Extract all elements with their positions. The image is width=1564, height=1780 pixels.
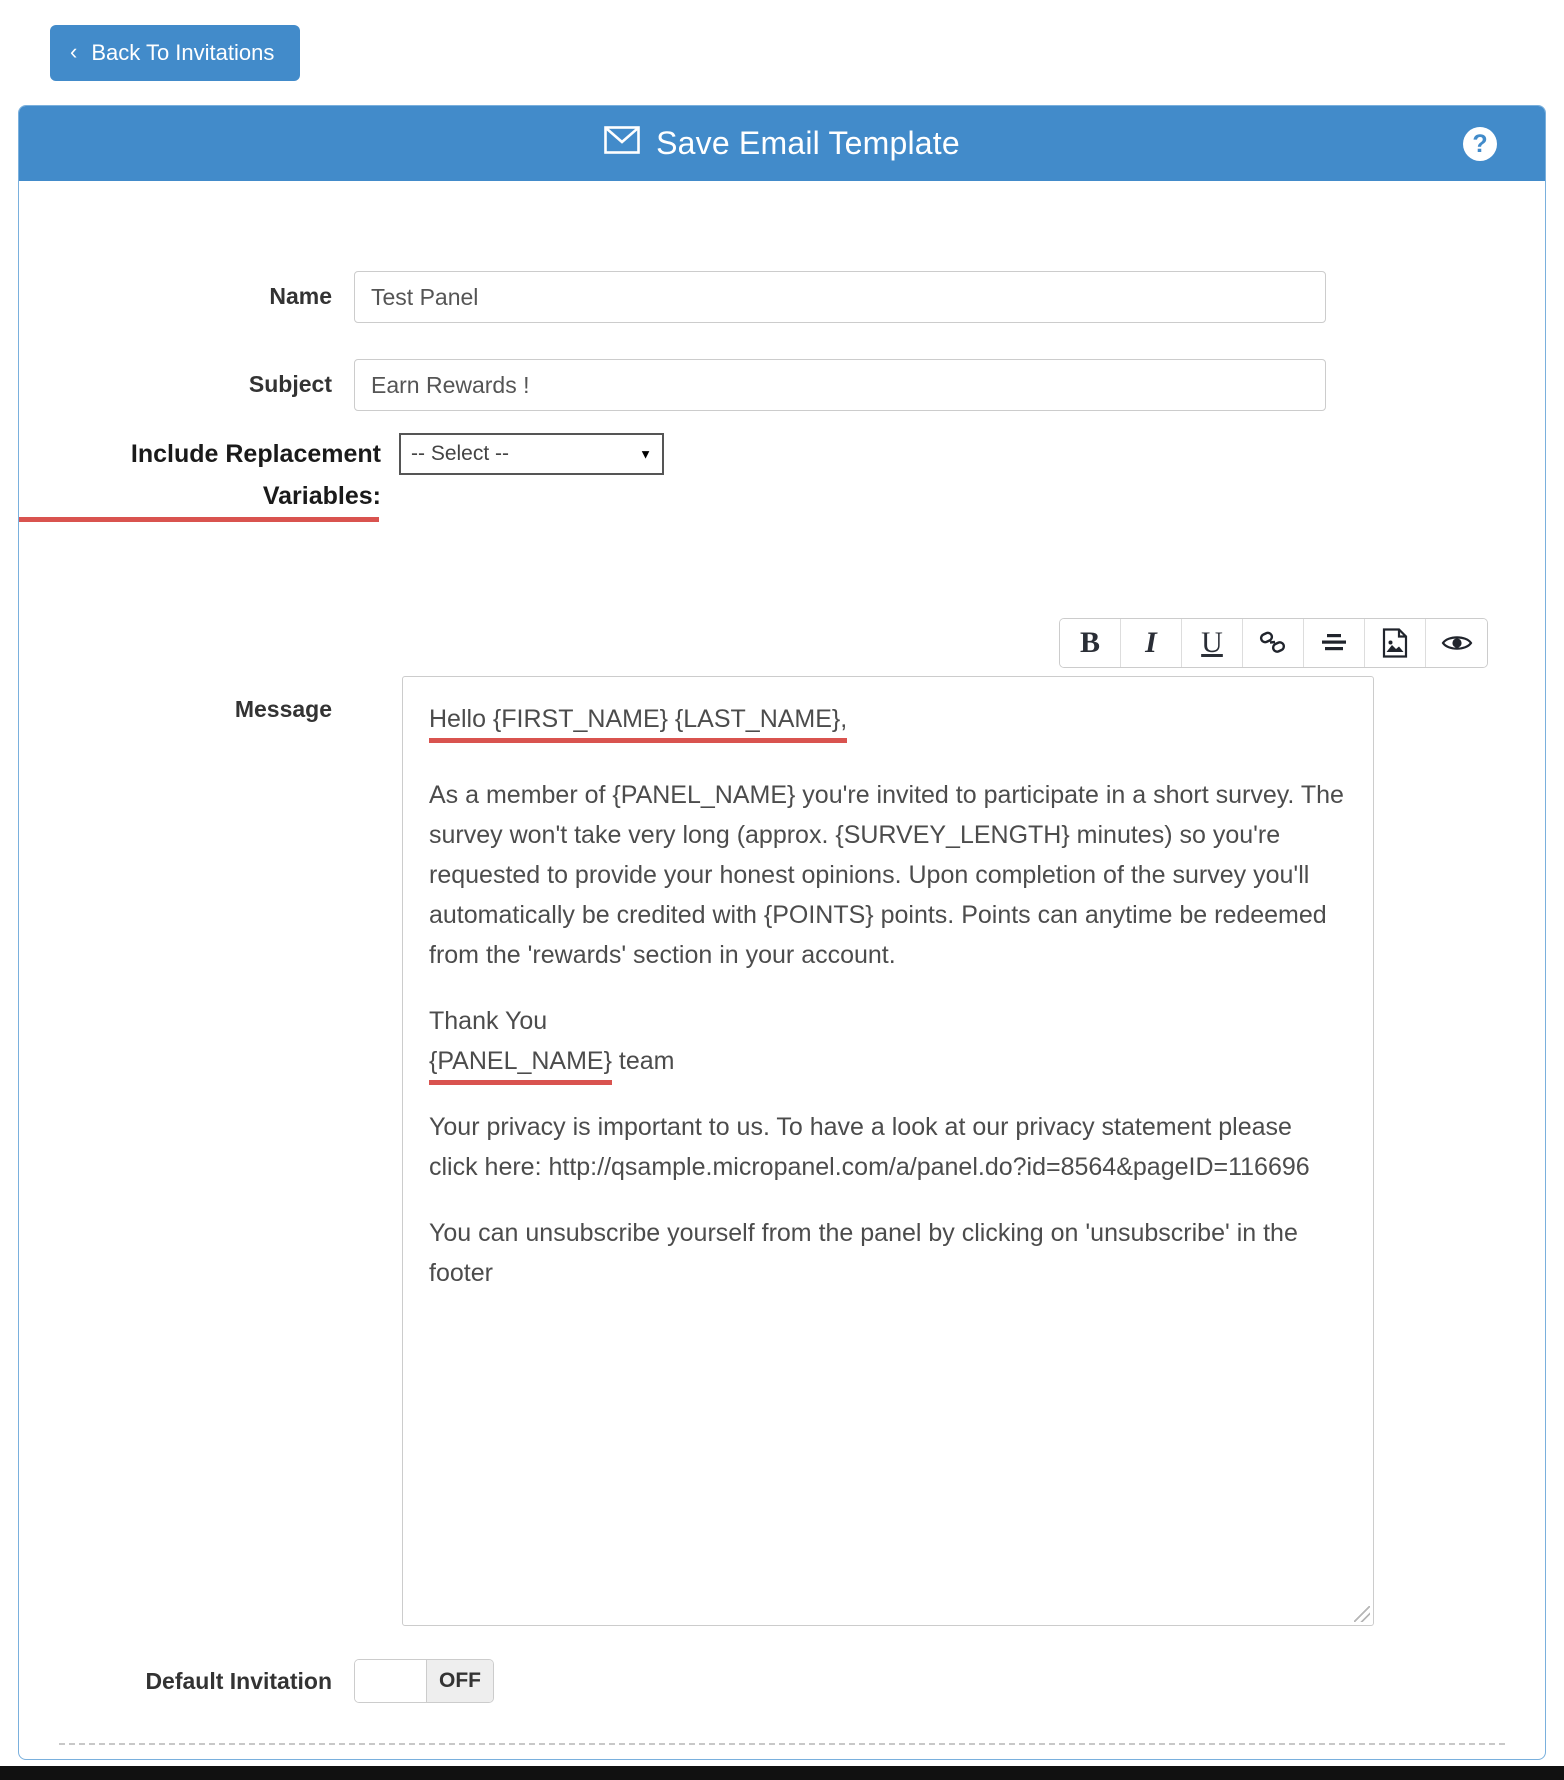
- panel-title: Save Email Template: [604, 125, 960, 162]
- replacement-variables-label: Include Replacement Variables:: [19, 433, 381, 522]
- bottom-strip: [0, 1766, 1564, 1780]
- message-signoff: Thank You {PANEL_NAME} team: [429, 1001, 1347, 1085]
- replacement-variables-selected-value: -- Select --: [411, 442, 510, 465]
- toggle-knob: [355, 1660, 427, 1702]
- link-icon[interactable]: [1243, 619, 1304, 667]
- subject-label: Subject: [248, 371, 332, 397]
- signoff-thankyou: Thank You: [429, 1007, 548, 1035]
- textarea-resize-handle[interactable]: [1354, 1606, 1370, 1622]
- message-paragraph-2: Your privacy is important to us. To have…: [429, 1113, 1310, 1181]
- message-label: Message: [234, 696, 332, 722]
- name-input[interactable]: [354, 271, 1326, 323]
- save-email-template-panel: Save Email Template ? Name Subject Inclu…: [18, 105, 1546, 1760]
- bold-button[interactable]: B: [1060, 619, 1121, 667]
- chevron-down-icon: ▼: [639, 446, 652, 462]
- chevron-left-icon: ‹: [70, 39, 78, 64]
- replacement-variables-label-wrap: Include Replacement Variables:: [19, 433, 399, 522]
- italic-button[interactable]: I: [1121, 619, 1182, 667]
- default-invitation-row: Default Invitation OFF: [19, 1659, 1545, 1703]
- footer-divider: [59, 1743, 1505, 1745]
- message-editor[interactable]: Hello {FIRST_NAME} {LAST_NAME}, As a mem…: [402, 676, 1374, 1626]
- message-greeting-line: Hello {FIRST_NAME} {LAST_NAME},: [429, 699, 1347, 743]
- message-greeting: Hello {FIRST_NAME} {LAST_NAME},: [429, 699, 848, 743]
- back-to-invitations-button[interactable]: ‹ Back To Invitations: [50, 25, 301, 81]
- default-invitation-label: Default Invitation: [145, 1668, 332, 1694]
- message-paragraph-3: You can unsubscribe yourself from the pa…: [429, 1219, 1298, 1287]
- envelope-icon: [604, 125, 640, 162]
- image-icon[interactable]: [1365, 619, 1426, 667]
- page-root: ‹ Back To Invitations Save Email Templat…: [0, 0, 1564, 1780]
- panel-body: Name Subject Include Replacement Variabl…: [19, 181, 1545, 1759]
- replacement-variables-row: Include Replacement Variables: -- Select…: [19, 433, 1545, 522]
- eye-icon[interactable]: [1426, 619, 1487, 667]
- signoff-panel-variable: {PANEL_NAME}: [429, 1041, 612, 1085]
- panel-title-text: Save Email Template: [656, 125, 960, 161]
- panel-header: Save Email Template ?: [19, 106, 1545, 181]
- editor-toolbar: B I U: [1059, 618, 1488, 668]
- toggle-state-label: OFF: [427, 1660, 493, 1702]
- help-icon[interactable]: ?: [1463, 126, 1497, 161]
- align-center-icon[interactable]: [1304, 619, 1365, 667]
- replacement-variables-select[interactable]: -- Select -- ▼: [399, 433, 664, 475]
- signoff-team-line: {PANEL_NAME} team: [429, 1041, 1347, 1085]
- name-label: Name: [269, 283, 332, 309]
- subject-row: Subject: [19, 359, 1545, 411]
- back-button-label: Back To Invitations: [91, 40, 275, 65]
- name-row: Name: [19, 271, 1545, 323]
- default-invitation-toggle[interactable]: OFF: [354, 1659, 494, 1703]
- underline-button[interactable]: U: [1182, 619, 1243, 667]
- signoff-team-suffix: team: [611, 1047, 675, 1075]
- subject-input[interactable]: [354, 359, 1326, 411]
- message-paragraph-1: As a member of {PANEL_NAME} you're invit…: [429, 781, 1344, 969]
